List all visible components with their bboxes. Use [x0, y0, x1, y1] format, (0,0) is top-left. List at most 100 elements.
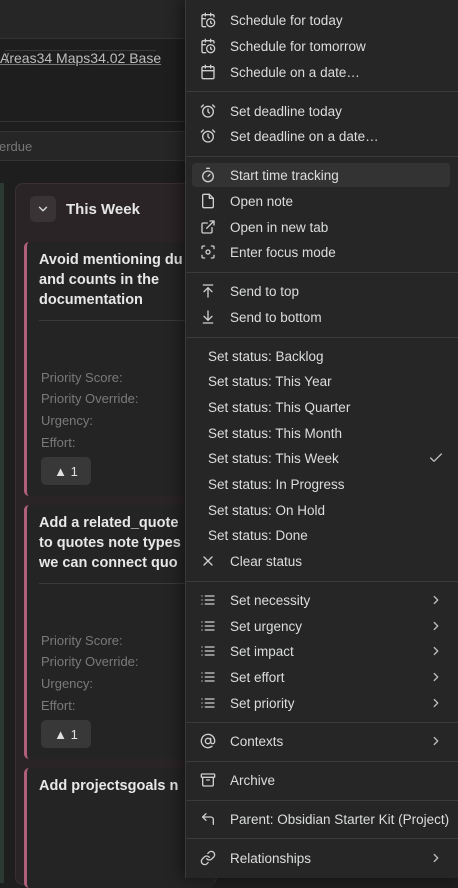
menu-item-set-urgency[interactable]: Set urgency — [192, 614, 450, 638]
menu-item-set-impact[interactable]: Set impact — [192, 639, 450, 663]
menu-item-label: Set status: This Year — [208, 373, 332, 389]
menu-item-label: Set status: Done — [208, 527, 308, 543]
menu-item-label: Enter focus mode — [230, 244, 336, 260]
arrow-up-to-line-icon — [200, 283, 216, 299]
menu-item-label: Set effort — [230, 669, 285, 685]
menu-item-send-bottom[interactable]: Send to bottom — [192, 305, 450, 329]
menu-item-label: Set deadline on a date… — [230, 128, 379, 144]
archive-icon — [200, 772, 216, 788]
menu-item-label: Contexts — [230, 733, 284, 749]
filter-input[interactable]: erdue — [0, 131, 200, 161]
menu-item-label: Schedule for today — [230, 12, 343, 28]
menu-item-label: Archive — [230, 772, 276, 788]
menu-item-label: Open note — [230, 193, 294, 209]
menu-item-parent[interactable]: Parent: Obsidian Starter Kit (Project) — [192, 807, 450, 831]
x-icon — [200, 553, 216, 569]
menu-item-status-backlog[interactable]: Set status: Backlog — [192, 344, 450, 368]
menu-item-label: Set status: On Hold — [208, 502, 326, 518]
menu-separator — [186, 337, 458, 338]
menu-separator — [186, 581, 458, 582]
chevron-right-icon — [428, 643, 444, 659]
focus-icon — [200, 244, 216, 260]
alarm-clock-icon — [200, 103, 216, 119]
menu-item-label: Set status: This Quarter — [208, 399, 351, 415]
card-property: Priority Override: — [41, 391, 139, 406]
menu-item-open-note[interactable]: Open note — [192, 189, 450, 213]
alarm-clock-icon — [200, 128, 216, 144]
menu-item-status-this-year[interactable]: Set status: This Year — [192, 369, 450, 393]
corner-up-left-icon — [200, 811, 216, 827]
menu-item-status-done[interactable]: Set status: Done — [192, 523, 450, 547]
menu-item-label: Relationships — [230, 850, 312, 866]
column-header: This Week — [30, 194, 140, 224]
menu-separator — [186, 156, 458, 157]
chevron-right-icon — [428, 669, 444, 685]
menu-item-label: Set deadline today — [230, 103, 342, 119]
menu-item-set-priority[interactable]: Set priority — [192, 691, 450, 715]
menu-item-schedule-tomorrow[interactable]: Schedule for tomorrow — [192, 34, 450, 58]
menu-item-deadline-today[interactable]: Set deadline today — [192, 99, 450, 123]
menu-separator — [186, 91, 458, 92]
menu-item-label: Parent: Obsidian Starter Kit (Project) — [230, 811, 450, 827]
menu-item-label: Set necessity — [230, 592, 311, 608]
chevron-right-icon — [428, 850, 444, 866]
file-icon — [200, 193, 216, 209]
chevron-right-icon — [428, 592, 444, 608]
upvote-button[interactable]: ▲ 1 — [41, 720, 91, 748]
menu-item-set-necessity[interactable]: Set necessity — [192, 588, 450, 612]
card-title[interactable]: Add a related_quote to quotes note types… — [39, 513, 202, 573]
menu-item-label: Set status: This Month — [208, 425, 343, 441]
menu-item-send-top[interactable]: Send to top — [192, 279, 450, 303]
list-icon — [200, 669, 216, 685]
menu-item-archive[interactable]: Archive — [192, 768, 450, 792]
card-title[interactable]: Avoid mentioning du and counts in the do… — [39, 250, 202, 310]
menu-item-start-time-tracking[interactable]: Start time tracking — [192, 163, 450, 187]
breadcrumb: Areas/34 Maps/34.02 Base — [0, 50, 161, 66]
card-property: Priority Score: — [41, 370, 123, 385]
menu-separator — [186, 838, 458, 839]
menu-item-label: Schedule for tomorrow — [230, 38, 366, 54]
chevron-right-icon — [428, 695, 444, 711]
chevron-right-icon — [428, 618, 444, 634]
breadcrumb-item-base[interactable]: 34.02 Base — [90, 50, 161, 66]
calendar-clock-icon — [200, 38, 216, 54]
list-icon — [200, 695, 216, 711]
card-property: Priority Override: — [41, 654, 139, 669]
menu-item-status-this-quarter[interactable]: Set status: This Quarter — [192, 395, 450, 419]
check-icon — [428, 450, 444, 466]
card-divider — [39, 583, 202, 584]
arrow-down-to-line-icon — [200, 309, 216, 325]
menu-item-set-effort[interactable]: Set effort — [192, 665, 450, 689]
list-icon — [200, 618, 216, 634]
menu-item-label: Start time tracking — [230, 167, 339, 183]
menu-item-label: Clear status — [230, 553, 303, 569]
column-title: This Week — [66, 200, 140, 218]
card-divider — [39, 320, 202, 321]
menu-separator — [186, 761, 458, 762]
menu-item-clear-status[interactable]: Clear status — [192, 549, 450, 573]
card-property: Effort: — [41, 698, 76, 713]
menu-item-status-on-hold[interactable]: Set status: On Hold — [192, 498, 450, 522]
card-title[interactable]: Add projectsgoals n — [39, 776, 202, 796]
menu-item-deadline-date[interactable]: Set deadline on a date… — [192, 124, 450, 148]
collapse-column-button[interactable] — [30, 196, 56, 222]
breadcrumb-item-maps[interactable]: 34 Maps — [37, 50, 91, 66]
chevron-down-icon — [36, 202, 50, 216]
menu-item-label: Set status: This Week — [208, 450, 339, 466]
menu-item-open-new-tab[interactable]: Open in new tab — [192, 215, 450, 239]
menu-item-label: Set urgency — [230, 618, 303, 634]
menu-item-status-this-week[interactable]: Set status: This Week — [192, 446, 450, 470]
list-icon — [200, 592, 216, 608]
menu-item-contexts[interactable]: Contexts — [192, 729, 450, 753]
menu-item-label: Schedule on a date… — [230, 64, 360, 80]
adjacent-column-edge — [0, 183, 4, 883]
menu-item-schedule-date[interactable]: Schedule on a date… — [192, 60, 450, 84]
menu-item-relationships[interactable]: Relationships — [192, 846, 450, 870]
menu-item-focus-mode[interactable]: Enter focus mode — [192, 240, 450, 264]
menu-item-status-this-month[interactable]: Set status: This Month — [192, 421, 450, 445]
menu-item-schedule-today[interactable]: Schedule for today — [192, 8, 450, 32]
menu-item-status-in-progress[interactable]: Set status: In Progress — [192, 472, 450, 496]
upvote-button[interactable]: ▲ 1 — [41, 457, 91, 485]
menu-separator — [186, 800, 458, 801]
card-property: Priority Score: — [41, 633, 123, 648]
